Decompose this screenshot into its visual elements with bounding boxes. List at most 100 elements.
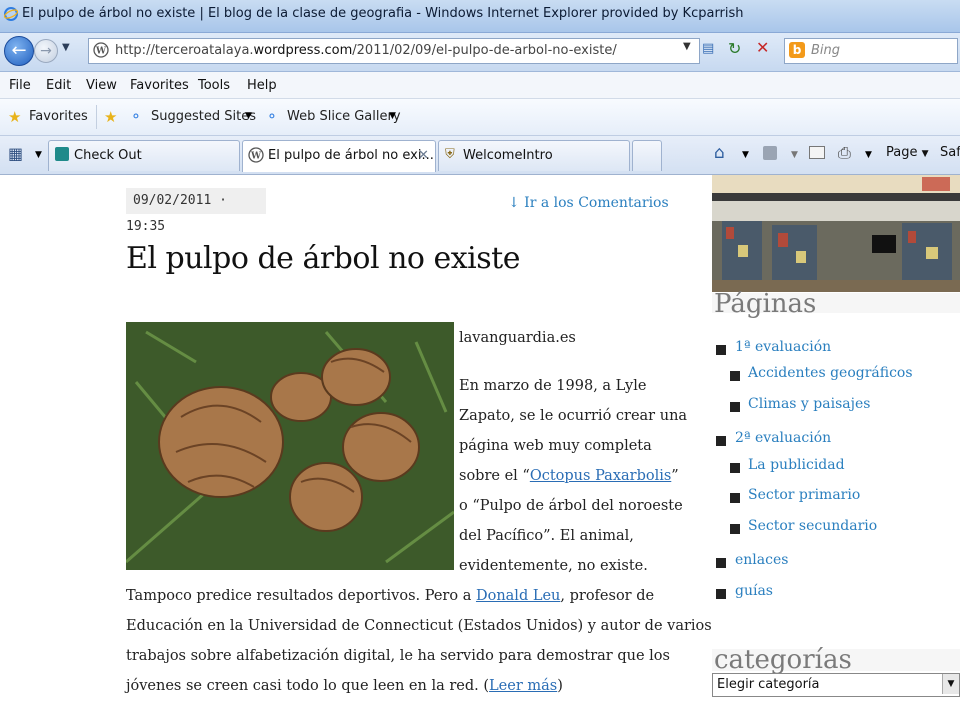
menu-file[interactable]: File bbox=[9, 78, 31, 93]
bullet bbox=[716, 345, 726, 355]
suggested-sites-button[interactable]: Suggested Sites bbox=[151, 109, 256, 124]
donald-leu-link[interactable]: Donald Leu bbox=[476, 588, 560, 604]
favorites-star-icon: ★ bbox=[8, 108, 22, 126]
sidebar-item-sector-secundario[interactable]: Sector secundario bbox=[748, 518, 877, 534]
shield-icon: ⛨ bbox=[445, 147, 455, 162]
stop-icon[interactable]: ✕ bbox=[756, 38, 769, 57]
bullet bbox=[716, 436, 726, 446]
post-source: lavanguardia.es bbox=[459, 330, 576, 346]
post-title: El pulpo de árbol no existe bbox=[126, 241, 520, 276]
bullet bbox=[730, 402, 740, 412]
print-icon[interactable]: ⎙ bbox=[838, 143, 851, 163]
recent-pages-dropdown-icon[interactable]: ▼ bbox=[62, 42, 70, 53]
post-line: Tampoco predice resultados deportivos. P… bbox=[126, 588, 655, 604]
tab-label: Check Out bbox=[74, 148, 142, 163]
tab-list-dropdown-icon[interactable]: ▼ bbox=[35, 150, 42, 160]
chevron-down-icon[interactable]: ▼ bbox=[865, 150, 872, 160]
categories-heading: categorías bbox=[714, 645, 852, 675]
tab-label: El pulpo de árbol no exi... bbox=[268, 148, 434, 163]
bullet bbox=[730, 463, 740, 473]
back-button[interactable]: ← bbox=[4, 36, 34, 66]
feeds-icon[interactable] bbox=[763, 146, 777, 160]
tab-welcome-intro[interactable]: ⛨ WelcomeIntro bbox=[438, 140, 630, 171]
post-image bbox=[126, 322, 454, 570]
menu-view[interactable]: View bbox=[86, 78, 117, 93]
post-line: página web muy completa bbox=[459, 438, 652, 454]
sidebar-item-publicidad[interactable]: La publicidad bbox=[748, 457, 845, 473]
bullet bbox=[730, 524, 740, 534]
read-mail-icon[interactable] bbox=[809, 146, 825, 159]
category-select[interactable]: Elegir categoría ▼ bbox=[712, 673, 960, 697]
web-slice-gallery-button[interactable]: Web Slice Gallery bbox=[287, 109, 401, 124]
bullet bbox=[730, 371, 740, 381]
bullet bbox=[716, 558, 726, 568]
home-icon[interactable]: ⌂ bbox=[714, 143, 725, 163]
read-more-link[interactable]: Leer más bbox=[489, 678, 557, 694]
title-bar: El pulpo de árbol no existe | El blog de… bbox=[0, 0, 960, 33]
tab-el-pulpo[interactable]: W El pulpo de árbol no exi... ✕ bbox=[242, 140, 436, 172]
search-box[interactable]: b Bing bbox=[784, 38, 958, 64]
favorites-button[interactable]: Favorites bbox=[29, 109, 88, 124]
add-favorites-icon[interactable]: ★ bbox=[104, 108, 117, 126]
comments-link[interactable]: ↓ Ir a los Comentarios bbox=[508, 195, 669, 211]
ie-page-icon: ⚬ bbox=[266, 109, 278, 125]
forward-button[interactable]: → bbox=[34, 39, 58, 63]
post-line: del Pacífico”. El animal, bbox=[459, 528, 634, 544]
menu-edit[interactable]: Edit bbox=[46, 78, 71, 93]
chevron-down-icon[interactable]: ▼ bbox=[742, 150, 749, 160]
menu-bar: File Edit View Favorites Tools Help bbox=[0, 72, 960, 99]
refresh-icon[interactable]: ↻ bbox=[728, 39, 741, 58]
chevron-down-icon[interactable]: ▼ bbox=[245, 111, 252, 121]
safety-menu-button[interactable]: Safe bbox=[940, 145, 960, 160]
sidebar-item-1a-evaluacion[interactable]: 1ª evaluación bbox=[735, 339, 831, 355]
bullet bbox=[716, 589, 726, 599]
bullet bbox=[730, 493, 740, 503]
menu-tools[interactable]: Tools bbox=[198, 78, 230, 93]
chevron-down-icon[interactable]: ▼ bbox=[791, 150, 798, 160]
chevron-down-icon[interactable]: ▼ bbox=[389, 111, 396, 121]
post-line: En marzo de 1998, a Lyle bbox=[459, 378, 647, 394]
sidebar-item-climas[interactable]: Climas y paisajes bbox=[748, 396, 870, 412]
post-line: Zapato, se le ocurrió crear una bbox=[459, 408, 688, 424]
new-tab-button[interactable] bbox=[632, 140, 662, 171]
tab-row: ▦ ▼ Check Out W El pulpo de árbol no exi… bbox=[0, 136, 960, 175]
post-line: evidentemente, no existe. bbox=[459, 558, 648, 574]
sidebar-item-2a-evaluacion[interactable]: 2ª evaluación bbox=[735, 430, 831, 446]
address-row: ← → ▼ W http://terceroatalaya.wordpress.… bbox=[0, 33, 960, 72]
address-dropdown-icon[interactable]: ▼ bbox=[683, 41, 691, 52]
compatibility-view-icon[interactable]: ▤ bbox=[702, 41, 718, 57]
header-library-image bbox=[712, 175, 960, 292]
pages-heading: Páginas bbox=[714, 289, 817, 319]
post-line: jóvenes se creen casi todo lo que leen e… bbox=[126, 678, 563, 694]
page-content: 09/02/2011 · 19:35 ↓ Ir a los Comentario… bbox=[0, 175, 960, 720]
post-line: sobre el “Octopus Paxarbolis” bbox=[459, 468, 679, 484]
address-bar[interactable]: W http://terceroatalaya.wordpress.com/20… bbox=[88, 38, 700, 64]
sidebar-item-sector-primario[interactable]: Sector primario bbox=[748, 487, 860, 503]
sidebar-item-accidentes[interactable]: Accidentes geográficos bbox=[748, 365, 913, 381]
ie-page-icon: ⚬ bbox=[130, 109, 142, 125]
menu-favorites[interactable]: Favorites bbox=[130, 78, 189, 93]
address-url[interactable]: http://terceroatalaya.wordpress.com/2011… bbox=[115, 43, 617, 58]
page-menu-button[interactable]: Page ▼ bbox=[886, 145, 929, 160]
sidebar-item-guias[interactable]: guías bbox=[735, 583, 773, 599]
tab-label: WelcomeIntro bbox=[463, 148, 553, 163]
search-placeholder[interactable]: Bing bbox=[811, 43, 840, 58]
site-favicon-icon bbox=[55, 147, 69, 161]
chevron-down-icon[interactable]: ▼ bbox=[942, 674, 959, 694]
category-select-value: Elegir categoría bbox=[717, 677, 820, 692]
tab-check-out[interactable]: Check Out bbox=[48, 140, 240, 171]
wordpress-icon: W bbox=[248, 147, 264, 163]
post-line: o “Pulpo de árbol del noroeste bbox=[459, 498, 683, 514]
divider bbox=[96, 105, 97, 129]
post-date: 09/02/2011 · 19:35 bbox=[126, 188, 266, 234]
sidebar-item-enlaces[interactable]: enlaces bbox=[735, 552, 788, 568]
quick-tabs-icon[interactable]: ▦ bbox=[8, 144, 23, 163]
window-title: El pulpo de árbol no existe | El blog de… bbox=[22, 6, 744, 21]
svg-text:W: W bbox=[95, 47, 107, 57]
octopus-paxarbolis-link[interactable]: Octopus Paxarbolis bbox=[530, 468, 671, 484]
sidebar: Páginas 1ª evaluación Accidentes geográf… bbox=[712, 175, 960, 720]
menu-help[interactable]: Help bbox=[247, 78, 277, 93]
ie-logo-icon bbox=[4, 7, 18, 21]
close-tab-icon[interactable]: ✕ bbox=[418, 148, 429, 163]
favorites-bar: ★ Favorites ★ ⚬ Suggested Sites ▼ ⚬ Web … bbox=[0, 99, 960, 136]
